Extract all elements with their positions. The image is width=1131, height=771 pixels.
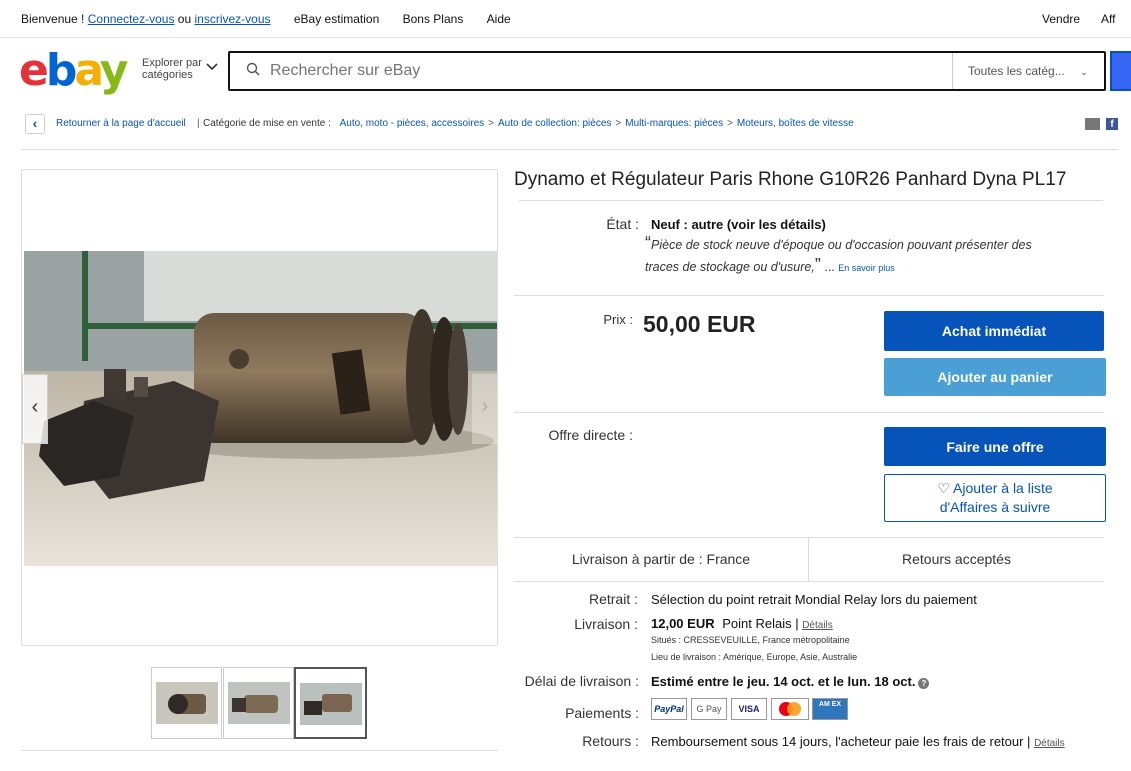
top-bar-left: Bienvenue ! Connectez-vous ou inscrivez-… [21,12,511,26]
chevron-down-icon: ⌄ [1080,67,1088,77]
breadcrumb-item-multi-marques[interactable]: Multi-marques: pièces [625,118,723,129]
delivery-delay-text: Estimé entre le jeu. 14 oct. et le lun. … [651,674,916,689]
thumbnail-1[interactable] [151,667,222,739]
returns-text: Remboursement sous 14 jours, l'acheteur … [651,734,1031,749]
facebook-icon[interactable]: f [1106,118,1118,130]
buy-now-button[interactable]: Achat immédiat [884,311,1104,351]
thumbnail-3[interactable] [294,667,367,739]
search-bar: Toutes les catég... ⌄ [228,51,1106,91]
nav-aide[interactable]: Aide [487,12,511,26]
divider [514,295,1104,296]
delivery-method: Point Relais | [722,616,799,631]
breadcrumb: ‹ Retourner à la page d'accueil | Catégo… [25,114,1131,134]
explore-label-2: catégories [142,69,193,81]
add-to-watchlist-button[interactable]: ♡ Ajouter à la liste d'Affaires à suivre [884,474,1106,522]
delivery-details-link[interactable]: Détails [802,620,833,631]
ships-from: Livraison à partir de : France [514,538,809,581]
help-icon[interactable]: ? [918,678,930,689]
delivery-delay-label: Délai de livraison : [524,673,639,689]
visa-icon: VISA [731,698,767,720]
or-text: ou [177,12,192,26]
nav-affaires[interactable]: Aff [1101,12,1115,26]
delivery-value: 12,00 EUR Point Relais | Détails [651,616,833,631]
returns-details-link[interactable]: Détails [1034,738,1065,749]
condition-label: État : [606,216,639,232]
quote-close: ” [814,255,821,275]
category-select-label: Toutes les catég... [968,64,1065,78]
top-bar-right: Vendre Aff [1042,12,1131,26]
breadcrumb-separator: > [615,118,622,129]
breadcrumb-divider: | [197,118,200,129]
thumbnail-2[interactable] [223,667,294,739]
price-label: Prix : [603,312,633,327]
explore-label-1: Explorer par [142,57,202,69]
returns-value: Remboursement sous 14 jours, l'acheteur … [651,734,1065,749]
chevron-down-icon[interactable] [206,60,218,74]
signin-link[interactable]: Connectez-vous [88,12,175,26]
next-image-button[interactable]: › [472,374,497,444]
make-offer-button[interactable]: Faire une offre [884,427,1106,466]
nav-bons-plans[interactable]: Bons Plans [403,12,464,26]
returns-label: Retours : [582,733,639,749]
search-input[interactable] [270,59,930,83]
explore-categories-button[interactable]: Explorer par catégories [142,57,202,81]
condition-value: Neuf : autre (voir les détails) [651,217,826,232]
shipping-summary: Livraison à partir de : France Retours a… [514,537,1104,582]
search-button[interactable] [1110,51,1131,91]
divider [514,412,1104,413]
nav-vendre[interactable]: Vendre [1042,12,1080,26]
divider [21,149,1118,150]
back-to-home-link[interactable]: Retourner à la page d'accueil [56,118,186,129]
mail-icon[interactable] [1085,118,1100,130]
condition-desc-line1: Pièce de stock neuve d'époque ou d'occas… [651,238,1032,252]
pickup-label: Retrait : [588,591,638,607]
ebay-logo[interactable]: ebay [19,46,128,96]
divider [519,200,1103,201]
ellipsis: ... [824,260,835,274]
breadcrumb-item-auto-moto[interactable]: Auto, moto - pièces, accessoires [340,118,485,129]
back-arrow-icon[interactable]: ‹ [25,114,45,134]
condition-description: “Pièce de stock neuve d'époque ou d'occa… [645,233,1085,278]
pickup-value: Sélection du point retrait Mondial Relay… [651,592,977,607]
amex-icon: AM EX [812,698,848,720]
watchlist-label-1: ♡ Ajouter à la liste [937,480,1053,496]
nav-estimation[interactable]: eBay estimation [294,12,379,26]
learn-more-link[interactable]: En savoir plus [838,263,895,273]
delivery-delay-value: Estimé entre le jeu. 14 oct. et le lun. … [651,674,930,689]
breadcrumb-separator: > [488,118,494,129]
condition-desc-line2: traces de stockage ou d'usure, [645,260,815,274]
mastercard-icon [771,698,809,720]
ship-to-locations: Lieu de livraison : Amérique, Europe, As… [651,652,858,662]
welcome-text: Bienvenue ! [21,12,85,26]
offer-label: Offre directe : [548,427,633,443]
delivery-price: 12,00 EUR [651,616,715,631]
add-to-cart-button[interactable]: Ajouter au panier [884,358,1106,396]
category-label: Catégorie de mise en vente : [203,118,331,129]
delivery-label: Livraison : [574,616,638,632]
paypal-icon: PayPal [651,698,687,720]
breadcrumb-item-auto-collection[interactable]: Auto de collection: pièces [498,118,611,129]
category-select[interactable]: Toutes les catég... ⌄ [952,53,1106,89]
breadcrumb-item-moteurs[interactable]: Moteurs, boîtes de vitesse [737,118,854,129]
divider [21,750,498,751]
item-title: Dynamo et Régulateur Paris Rhone G10R26 … [514,169,1067,190]
price-value: 50,00 EUR [643,311,756,337]
watchlist-label-2: d'Affaires à suivre [939,499,1051,515]
item-location: Situés : CRESSEVEUILLE, France métropoli… [651,635,850,645]
main-image-panel: ‹ › [21,169,498,646]
google-pay-icon: G Pay [691,698,727,720]
register-link[interactable]: inscrivez-vous [195,12,271,26]
product-photo[interactable] [24,251,497,566]
breadcrumb-separator: > [727,118,733,129]
search-icon [246,62,260,76]
previous-image-button[interactable]: ‹ [22,374,48,444]
payments-label: Paiements : [565,705,639,721]
breadcrumb-trail: Catégorie de mise en vente : Auto, moto … [203,118,854,129]
top-bar: Bienvenue ! Connectez-vous ou inscrivez-… [0,0,1131,38]
returns-accepted: Retours acceptés [902,551,1011,567]
